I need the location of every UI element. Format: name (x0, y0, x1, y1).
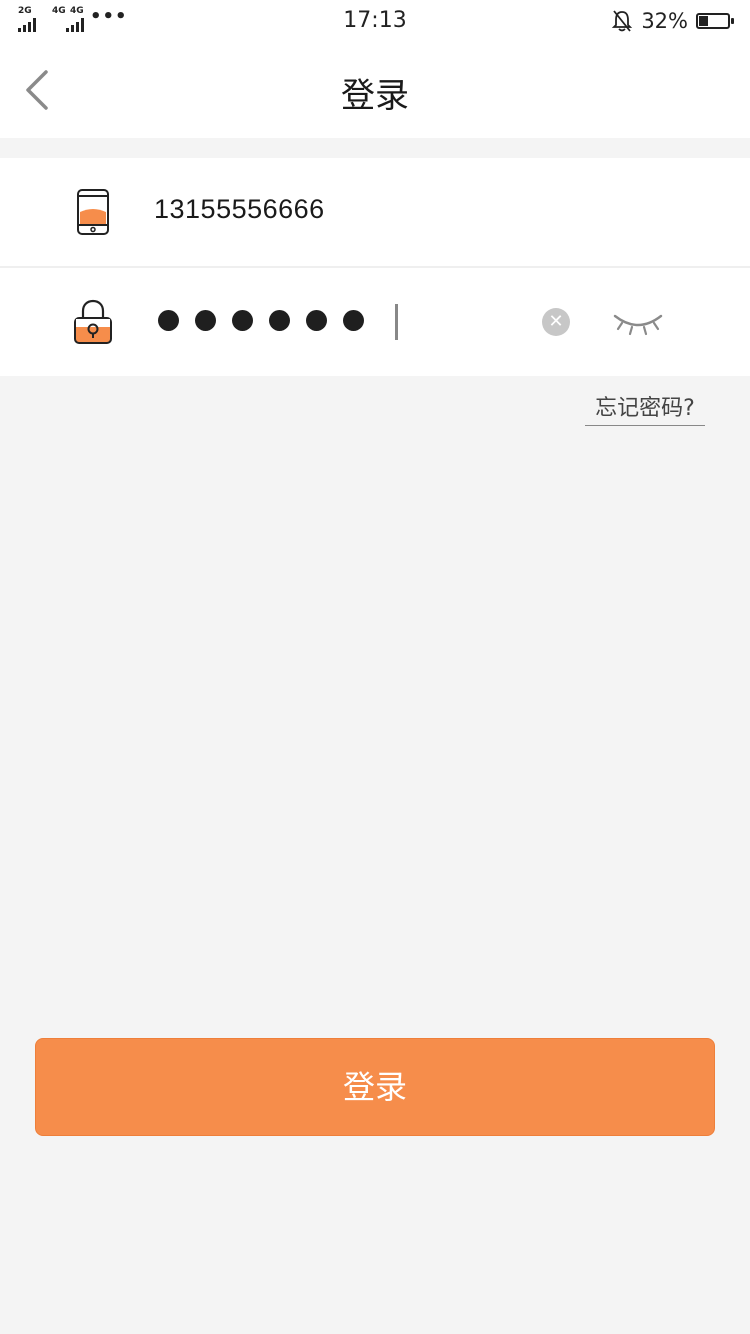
nav-bar: 登录 (0, 42, 750, 138)
battery-icon (696, 13, 734, 29)
password-dot (269, 310, 290, 331)
login-button[interactable]: 登录 (35, 1038, 715, 1136)
text-caret (395, 304, 398, 340)
page-title: 登录 (341, 76, 409, 116)
phone-row[interactable]: 13155556666 (0, 158, 750, 266)
password-dot (158, 310, 179, 331)
password-dot (232, 310, 253, 331)
password-dot (343, 310, 364, 331)
battery-percent: 32% (641, 9, 688, 33)
password-input[interactable] (158, 310, 364, 331)
login-form: 13155556666 ✕ (0, 158, 750, 376)
password-dot (195, 310, 216, 331)
phone-icon (77, 189, 109, 235)
phone-input[interactable]: 13155556666 (154, 194, 325, 225)
eye-closed-icon[interactable] (612, 308, 664, 340)
password-row[interactable]: ✕ (0, 266, 750, 376)
status-bar: 2G 4G 4G ••• 17:13 32% (0, 0, 750, 42)
lock-icon (74, 299, 112, 344)
password-dot (306, 310, 327, 331)
status-right: 32% (611, 8, 734, 34)
clear-icon[interactable]: ✕ (542, 308, 570, 336)
forgot-password-link[interactable]: 忘记密码? (585, 390, 705, 426)
bell-off-icon (612, 10, 633, 32)
